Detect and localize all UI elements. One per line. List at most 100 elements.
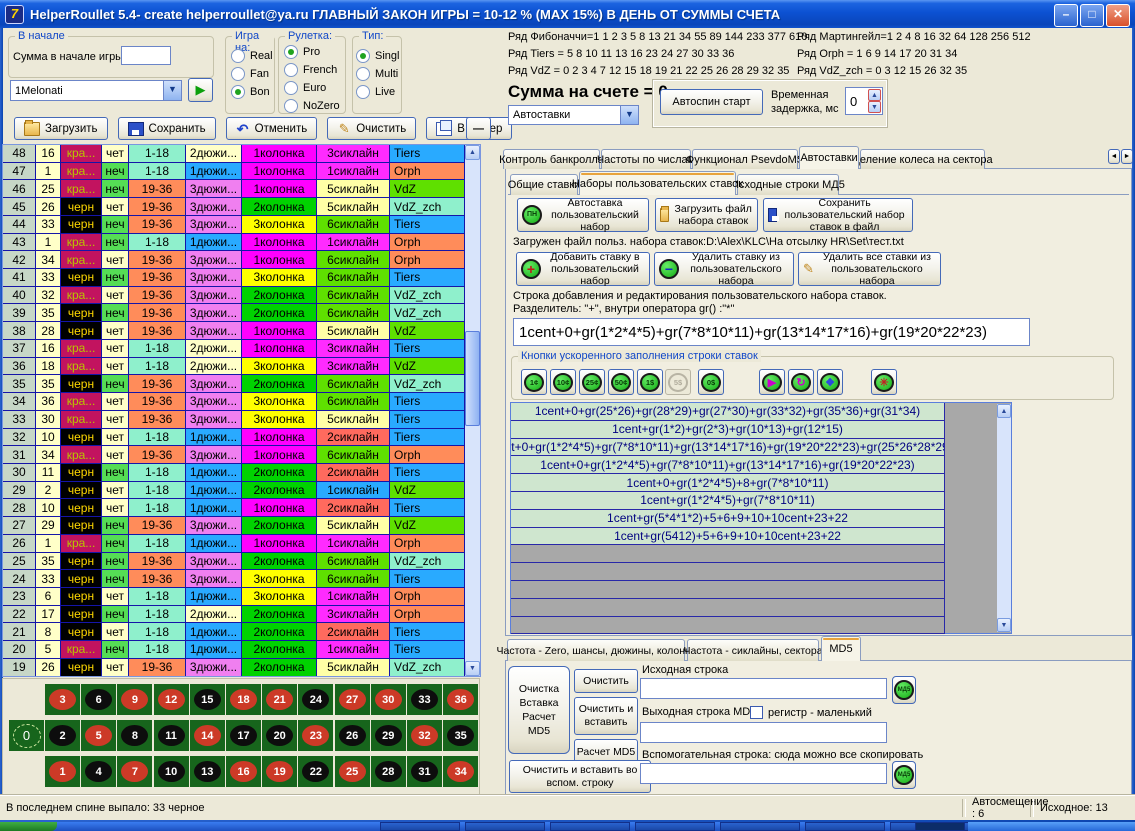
coin-button-1¢[interactable]: 1¢ xyxy=(521,369,547,395)
table-row[interactable]: 2810чернчет1-181дюжи...1колонка2сиклайнT… xyxy=(3,499,465,517)
roulette-cell-7[interactable]: 7 xyxy=(117,756,152,787)
md5-clear-paste-calc-button[interactable]: Очистка Вставка Расчет MD5 xyxy=(508,666,570,754)
chevron-down-icon[interactable]: ▼ xyxy=(163,81,181,100)
remove-bet-button[interactable]: − Удалить ставку из пользовательского на… xyxy=(654,252,794,286)
sub-tabs-0[interactable]: Общие ставки xyxy=(510,174,578,195)
delay-spinner[interactable]: 0 ▲ ▼ xyxy=(845,87,883,115)
roulette-cell-5[interactable]: 5 xyxy=(81,720,116,751)
bet-list-item[interactable]: 1cent+0+gr(1*2*4*5)+gr(7*8*10*11)+gr(13*… xyxy=(511,439,945,457)
radio-singl[interactable]: Singl xyxy=(356,47,399,65)
taskbar-button[interactable] xyxy=(465,822,545,831)
roulette-cell-32[interactable]: 32 xyxy=(407,720,442,751)
bet-list-item[interactable]: 1cent+gr(5412)+5+6+9+10+10cent+23+22 xyxy=(511,528,945,546)
roulette-cell-11[interactable]: 11 xyxy=(154,720,189,751)
roulette-cell-36[interactable]: 36 xyxy=(443,684,478,715)
main-tabs-2[interactable]: Функционал PsevdoMS xyxy=(692,149,798,169)
save-set-file-button[interactable]: Сохранить пользовательский набор ставок … xyxy=(763,198,913,232)
roulette-cell-35[interactable]: 35 xyxy=(443,720,478,751)
roulette-cell-33[interactable]: 33 xyxy=(407,684,442,715)
main-tabs-3[interactable]: Автоставки xyxy=(799,146,859,169)
roulette-cell-2[interactable]: 2 xyxy=(45,720,80,751)
md5-source-input[interactable] xyxy=(640,678,887,699)
roulette-cell-26[interactable]: 26 xyxy=(335,720,370,751)
table-row[interactable]: 3330кра...чет19-363дюжи...3колонка5сикла… xyxy=(3,411,465,429)
table-row[interactable]: 3436кра...чет19-363дюжи...3колонка6сикла… xyxy=(3,393,465,411)
table-row[interactable]: 431кра...неч1-181дюжи...1колонка1сиклайн… xyxy=(3,234,465,252)
roulette-cell-14[interactable]: 14 xyxy=(190,720,225,751)
minimize-button[interactable]: – xyxy=(1054,4,1078,27)
quick-redo-button[interactable]: ↻ xyxy=(788,369,814,395)
roulette-cell-22[interactable]: 22 xyxy=(298,756,333,787)
scrollbar-thumb[interactable] xyxy=(465,331,480,426)
taskbar-button-active[interactable] xyxy=(915,822,965,831)
scroll-up-icon[interactable]: ▲ xyxy=(997,404,1011,418)
roulette-cell-29[interactable]: 29 xyxy=(371,720,406,751)
roulette-cell-4[interactable]: 4 xyxy=(81,756,116,787)
remove-all-bets-button[interactable]: ✎ Удалить все ставки из пользовательског… xyxy=(798,252,941,286)
coin-button-50¢[interactable]: 50¢ xyxy=(608,369,634,395)
scroll-up-icon[interactable]: ▲ xyxy=(465,145,480,160)
table-row[interactable]: 4032кра...чет19-363дюжи...2колонка6сикла… xyxy=(3,287,465,305)
table-row[interactable]: 471кра...неч1-181дюжи...1колонка1сиклайн… xyxy=(3,163,465,181)
load-set-file-button[interactable]: Загрузить файл набора ставок xyxy=(655,198,758,232)
roulette-cell-23[interactable]: 23 xyxy=(298,720,333,751)
table-row[interactable]: 2217черннеч1-182дюжи...2колонка3сиклайнO… xyxy=(3,606,465,624)
tabs-scroll-left-icon[interactable]: ◄ xyxy=(1108,149,1120,164)
spinner-down-icon[interactable]: ▼ xyxy=(868,101,881,113)
quick-fill-button[interactable]: ❖ xyxy=(817,369,843,395)
table-row[interactable]: 3828чернчет19-363дюжи...1колонка5сиклайн… xyxy=(3,322,465,340)
roulette-cell-16[interactable]: 16 xyxy=(226,756,261,787)
table-row[interactable]: 292чернчет1-181дюжи...2колонка1сиклайнVd… xyxy=(3,482,465,500)
table-row[interactable]: 4133черннеч19-363дюжи...3колонка6сиклайн… xyxy=(3,269,465,287)
collapse-button[interactable]: — xyxy=(466,117,491,140)
bottom-tabs-1[interactable]: Частота - сиклайны, сектора xyxy=(687,639,819,661)
md5-aux-button[interactable]: МД5 xyxy=(892,761,916,789)
roulette-cell-8[interactable]: 8 xyxy=(117,720,152,751)
lowercase-checkbox[interactable] xyxy=(750,706,763,719)
roulette-cell-31[interactable]: 31 xyxy=(407,756,442,787)
roulette-cell-6[interactable]: 6 xyxy=(81,684,116,715)
radio-real[interactable]: Real xyxy=(231,47,273,65)
roulette-cell-21[interactable]: 21 xyxy=(262,684,297,715)
spinner-up-icon[interactable]: ▲ xyxy=(868,89,881,101)
bet-list-item[interactable]: 1cent+gr(1*2)+gr(2*3)+gr(10*13)+gr(12*15… xyxy=(511,421,945,439)
main-tabs-1[interactable]: Частоты по числам xyxy=(601,149,691,169)
bet-list-item[interactable]: 1cent+gr(5*4*1*2)+5+6+9+10+10cent+23+22 xyxy=(511,510,945,528)
roulette-cell-1[interactable]: 1 xyxy=(45,756,80,787)
start-sum-input[interactable] xyxy=(121,46,171,65)
table-row[interactable]: 1926чернчет19-363дюжи...2колонка5сиклайн… xyxy=(3,659,465,677)
table-row[interactable]: 3618кра...чет1-182дюжи...3колонка3сиклай… xyxy=(3,358,465,376)
radio-euro[interactable]: Euro xyxy=(284,79,340,97)
quick-cross-button[interactable]: ✳ xyxy=(871,369,897,395)
aux-string-input[interactable] xyxy=(640,763,887,784)
quick-play-button[interactable]: ▶ xyxy=(759,369,785,395)
roulette-cell-13[interactable]: 13 xyxy=(190,756,225,787)
coin-button-25¢[interactable]: 25¢ xyxy=(579,369,605,395)
table-row[interactable]: 218чернчет1-181дюжи...2колонка2сиклайнTi… xyxy=(3,623,465,641)
roulette-cell-9[interactable]: 9 xyxy=(117,684,152,715)
main-tabs-4[interactable]: Деление колеса на сектора xyxy=(860,149,985,169)
radio-bon[interactable]: Bon xyxy=(231,83,273,101)
bottom-tabs-2[interactable]: MD5 xyxy=(821,636,861,661)
table-row[interactable]: 2535черннеч19-363дюжи...2колонка6сиклайн… xyxy=(3,553,465,571)
radio-french[interactable]: French xyxy=(284,61,340,79)
bet-string-input[interactable] xyxy=(513,318,1030,346)
taskbar-button[interactable] xyxy=(635,822,715,831)
toolbar-clear-button[interactable]: ✎Очистить xyxy=(327,117,416,140)
table-row[interactable]: 3535черннеч19-363дюжи...2колонка6сиклайн… xyxy=(3,375,465,393)
radio-multi[interactable]: Multi xyxy=(356,65,399,83)
md5-clear-paste-aux-button[interactable]: Очистить и вставить во вспом. строку xyxy=(509,760,651,793)
roulette-zero[interactable]: 0 xyxy=(9,720,44,751)
roulette-cell-12[interactable]: 12 xyxy=(154,684,189,715)
table-row[interactable]: 261кра...неч1-181дюжи...1колонка1сиклайн… xyxy=(3,535,465,553)
table-row[interactable]: 4433черннеч19-363дюжи...3колонка6сиклайн… xyxy=(3,216,465,234)
table-row[interactable]: 4625кра...неч19-363дюжи...1колонка5сикла… xyxy=(3,180,465,198)
table-scrollbar[interactable]: ▲ ▼ xyxy=(465,145,480,676)
autobet-mode-combo[interactable]: Автоставки ▼ xyxy=(508,105,639,125)
tabs-scroll-right-icon[interactable]: ► xyxy=(1121,149,1133,164)
main-tabs-0[interactable]: Контроль банкролла xyxy=(503,149,600,169)
taskbar-button[interactable] xyxy=(720,822,800,831)
add-bet-button[interactable]: + Добавить ставку в пользовательский наб… xyxy=(516,252,650,286)
bet-list-scrollbar[interactable]: ▲ ▼ xyxy=(997,404,1011,632)
table-row[interactable]: 2433черннеч19-363дюжи...3колонка6сиклайн… xyxy=(3,570,465,588)
